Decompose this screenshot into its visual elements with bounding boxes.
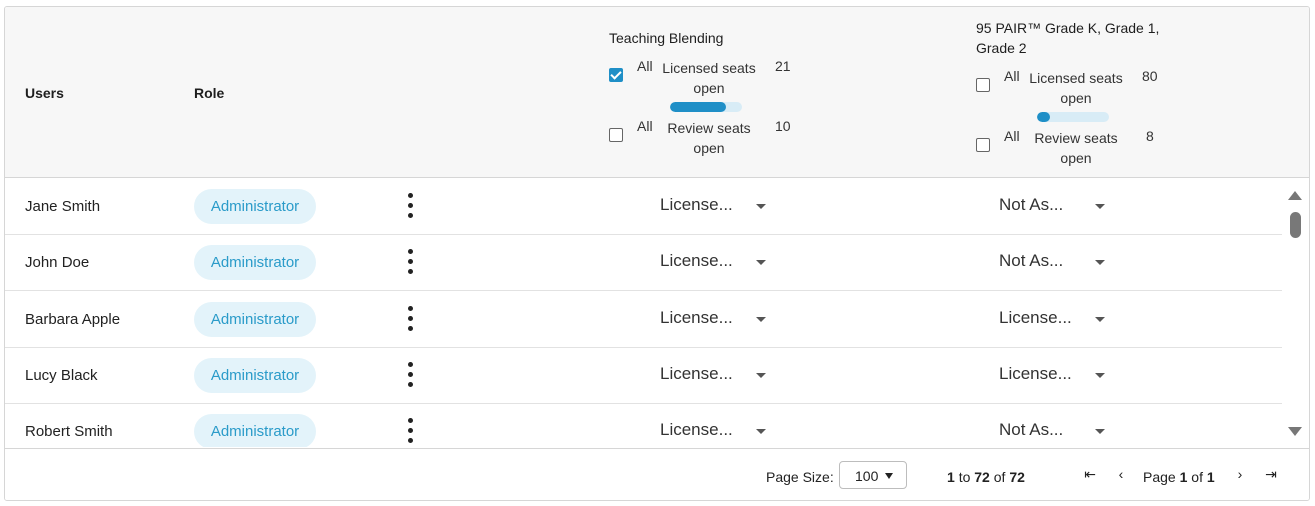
table-row[interactable]: Lucy Black Administrator License... License…	[5, 348, 1282, 404]
first-page-icon[interactable]: ⇤	[1081, 466, 1099, 486]
next-page-icon[interactable]: ›	[1231, 466, 1249, 486]
course2-seat-select[interactable]: Not As...	[999, 420, 1119, 444]
page-size-value: 100	[855, 468, 879, 484]
course-title: Teaching Blending	[609, 30, 724, 46]
more-options-icon[interactable]	[403, 305, 419, 334]
all-label: All	[1004, 68, 1020, 84]
select-all-licensed-checkbox[interactable]	[976, 78, 990, 92]
seat-status: Not As...	[999, 251, 1064, 271]
course1-seat-select[interactable]: License...	[660, 420, 780, 444]
course2-seat-select[interactable]: Not As...	[999, 195, 1119, 219]
table-row[interactable]: Barbara Apple Administrator License... Lice…	[5, 292, 1282, 348]
course1-seat-select[interactable]: License...	[660, 195, 780, 219]
seat-status: License...	[660, 363, 733, 383]
table-row[interactable]: Jane Smith Administrator License... Not As.…	[5, 179, 1282, 235]
course2-seat-select[interactable]: License...	[999, 308, 1119, 332]
caret-down-icon	[1095, 260, 1105, 266]
licensed-seats-label: Licensed seats open	[1029, 70, 1123, 106]
seat-status: License...	[660, 251, 733, 271]
column-header-users[interactable]: Users	[25, 85, 64, 101]
user-name: Barbara Apple	[25, 310, 121, 328]
course2-seat-select[interactable]: Not As...	[999, 251, 1119, 275]
scroll-up-icon[interactable]	[1288, 191, 1302, 200]
caret-down-icon	[885, 473, 893, 479]
seat-status: License...	[660, 420, 733, 440]
seat-status: Not As...	[999, 420, 1064, 440]
review-seats-count: 10	[775, 118, 791, 134]
licensed-seats-progress	[1037, 112, 1109, 122]
licensed-seats-line: All Licensed seats open 21	[609, 58, 829, 100]
licensed-seats-line: All Licensed seats open 80	[976, 68, 1196, 110]
select-all-licensed-checkbox[interactable]	[609, 68, 623, 82]
more-options-icon[interactable]	[403, 361, 419, 390]
review-seats-label: Review seats open	[667, 120, 751, 156]
progress-fill	[1037, 112, 1050, 122]
table-row[interactable]: John Doe Administrator License... Not As...	[5, 235, 1282, 292]
seat-status: License...	[999, 307, 1072, 327]
review-seats-line: All Review seats open 8	[976, 128, 1196, 170]
all-label: All	[637, 118, 653, 134]
all-label: All	[1004, 128, 1020, 144]
column-header-role[interactable]: Role	[194, 85, 224, 101]
user-name: Lucy Black	[25, 366, 98, 384]
seat-status: License...	[999, 363, 1072, 383]
licensed-seats-label: Licensed seats open	[662, 60, 756, 96]
licensed-seats-count: 80	[1142, 68, 1158, 84]
caret-down-icon	[1095, 316, 1105, 322]
caret-down-icon	[756, 316, 766, 322]
users-grid: Users Role Teaching Blending All License…	[4, 6, 1310, 501]
seat-status: License...	[660, 307, 733, 327]
select-all-review-checkbox[interactable]	[976, 138, 990, 152]
course1-seat-select[interactable]: License...	[660, 251, 780, 275]
more-options-icon[interactable]	[403, 193, 419, 221]
caret-down-icon	[1095, 204, 1105, 209]
seat-status: Not As...	[999, 195, 1064, 214]
page-size-select[interactable]: 100	[839, 461, 907, 489]
previous-page-icon[interactable]: ‹	[1112, 466, 1130, 486]
review-seats-line: All Review seats open 10	[609, 118, 829, 160]
caret-down-icon	[756, 372, 766, 378]
last-page-icon[interactable]: ⇥	[1262, 466, 1280, 486]
row-range-summary: 1 to 72 of 72	[947, 469, 1025, 485]
caret-down-icon	[756, 260, 766, 266]
role-badge[interactable]: Administrator	[194, 357, 316, 393]
scroll-down-icon[interactable]	[1288, 427, 1302, 436]
role-badge[interactable]: Administrator	[194, 245, 316, 281]
pagination-bar: Page Size: 100 1 to 72 of 72 ⇤ ‹ Page 1 …	[5, 448, 1309, 500]
course2-seat-select[interactable]: License...	[999, 364, 1119, 388]
caret-down-icon	[1095, 429, 1105, 435]
grid-body: Jane Smith Administrator License... Not As.…	[5, 179, 1282, 447]
course1-seat-select[interactable]: License...	[660, 308, 780, 332]
vertical-scrollbar[interactable]	[1285, 187, 1305, 445]
user-name: Jane Smith	[25, 198, 101, 215]
role-badge[interactable]: Administrator	[194, 414, 316, 447]
course-title: 95 PAIR™ Grade K, Grade 1, Grade 2	[976, 20, 1160, 56]
caret-down-icon	[756, 429, 766, 435]
course1-seat-select[interactable]: License...	[660, 364, 780, 388]
licensed-seats-progress	[670, 102, 742, 112]
all-label: All	[637, 58, 653, 74]
more-options-icon[interactable]	[403, 249, 419, 277]
role-badge[interactable]: Administrator	[194, 189, 316, 224]
licensed-seats-count: 21	[775, 58, 791, 74]
caret-down-icon	[1095, 372, 1105, 378]
grid-header: Users Role Teaching Blending All License…	[5, 7, 1309, 178]
progress-fill	[670, 102, 727, 112]
scroll-thumb[interactable]	[1290, 212, 1301, 238]
page-size-label: Page Size:	[766, 469, 834, 485]
user-name: Robert Smith	[25, 423, 113, 441]
page-indicator: Page 1 of 1	[1143, 469, 1215, 485]
select-all-review-checkbox[interactable]	[609, 128, 623, 142]
seat-status: License...	[660, 195, 733, 214]
table-row[interactable]: Robert Smith Administrator License... Not A…	[5, 404, 1282, 447]
more-options-icon[interactable]	[403, 418, 419, 446]
caret-down-icon	[756, 204, 766, 209]
role-badge[interactable]: Administrator	[194, 301, 316, 337]
review-seats-label: Review seats open	[1034, 130, 1118, 166]
user-name: John Doe	[25, 254, 90, 272]
review-seats-count: 8	[1146, 128, 1154, 144]
